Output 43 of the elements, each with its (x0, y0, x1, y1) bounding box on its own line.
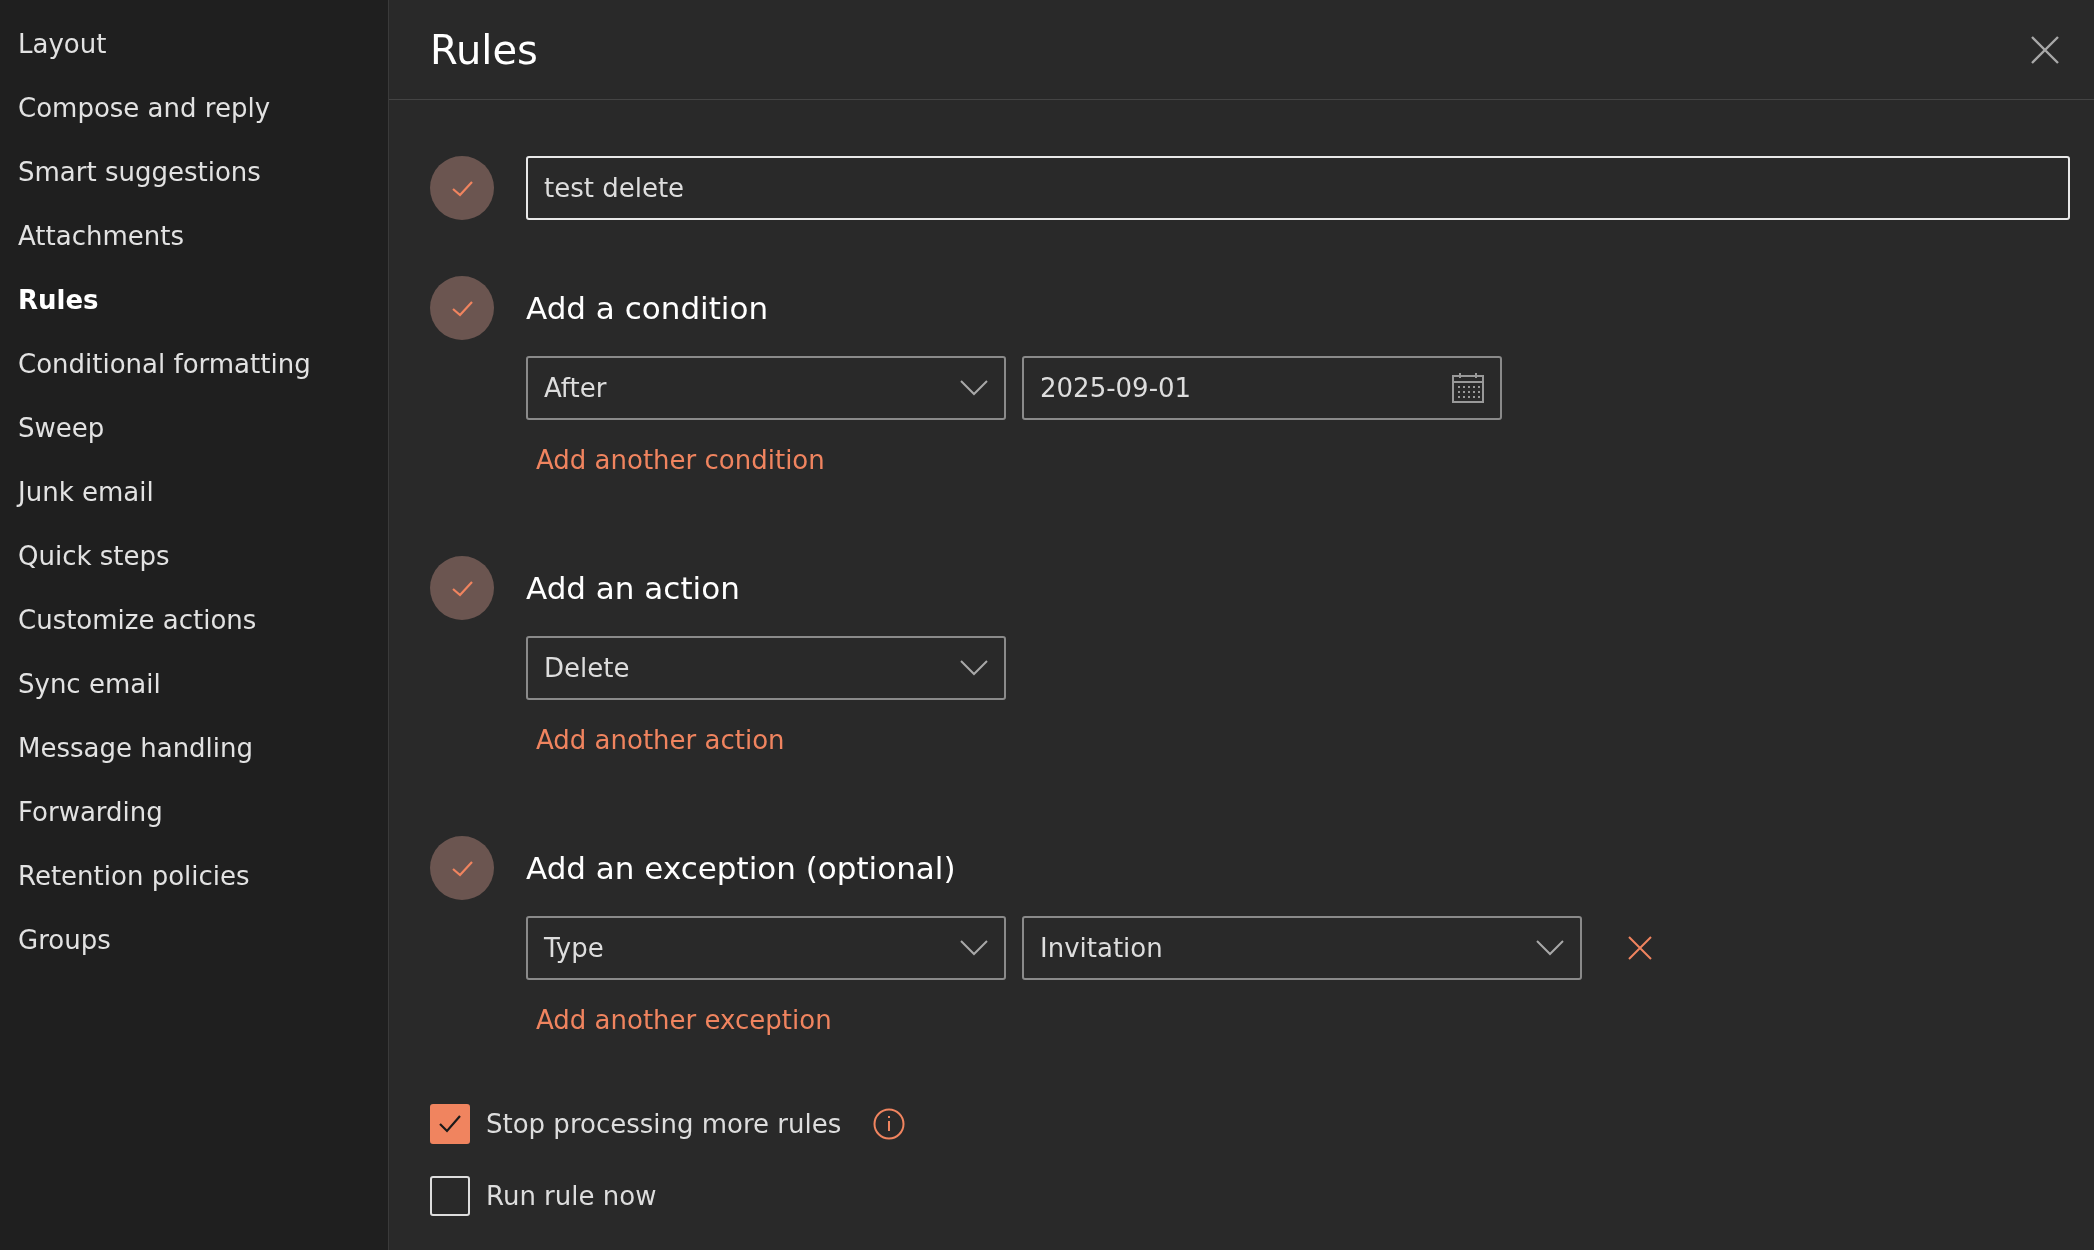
info-icon[interactable] (873, 1108, 906, 1140)
sidebar-item[interactable]: Attachments (0, 216, 184, 280)
sidebar-item[interactable]: Layout (0, 24, 107, 88)
dropdown[interactable]: Invitation (1022, 916, 1582, 980)
check-circle-icon (430, 556, 494, 620)
chevron-down-icon (1536, 940, 1564, 956)
sidebar-item[interactable]: Customize actions (0, 600, 257, 664)
rule-name-field[interactable]: test delete (526, 156, 2070, 220)
check-circle-icon (430, 836, 494, 900)
sidebar-item[interactable]: Retention policies (0, 856, 250, 920)
sidebar-item[interactable]: Forwarding (0, 792, 163, 856)
dropdown[interactable]: After (526, 356, 1006, 420)
check-circle-icon (430, 156, 494, 220)
checkbox[interactable] (430, 1104, 470, 1144)
chevron-down-icon (960, 380, 988, 396)
add-link[interactable]: Add another condition (536, 442, 825, 478)
sidebar-item[interactable]: Message handling (0, 728, 254, 792)
add-link[interactable]: Add another exception (536, 1002, 832, 1038)
checkmark-icon (438, 1114, 462, 1134)
sidebar-item[interactable]: Compose and reply (0, 88, 270, 152)
add-link[interactable]: Add another action (536, 722, 785, 758)
date-field[interactable]: 2025-09-01 (1022, 356, 1502, 420)
section-heading: Add an action (526, 570, 740, 606)
chevron-down-icon (960, 940, 988, 956)
section-heading: Add a condition (526, 290, 769, 326)
check-circle-icon (430, 276, 494, 340)
sidebar-item[interactable]: Rules (0, 280, 99, 344)
sidebar-item[interactable]: Conditional formatting (0, 344, 311, 408)
chevron-down-icon (960, 660, 988, 676)
sidebar-item[interactable]: Smart suggestions (0, 152, 261, 216)
dropdown[interactable]: Type (526, 916, 1006, 980)
sidebar-item[interactable]: Sync email (0, 664, 161, 728)
section-heading: Add an exception (optional) (526, 850, 956, 886)
page-title: Rules (430, 26, 538, 73)
sidebar-item[interactable]: Sweep (0, 408, 105, 472)
sidebar-item[interactable]: Groups (0, 920, 111, 984)
checkbox-label: Stop processing more rules (486, 1109, 842, 1139)
calendar-icon[interactable] (1452, 373, 1484, 403)
checkbox-label: Run rule now (486, 1181, 657, 1211)
sidebar-item[interactable]: Junk email (0, 472, 154, 536)
sidebar-item[interactable]: Quick steps (0, 536, 170, 600)
dropdown[interactable]: Delete (526, 636, 1006, 700)
close-icon[interactable] (1628, 936, 1652, 960)
